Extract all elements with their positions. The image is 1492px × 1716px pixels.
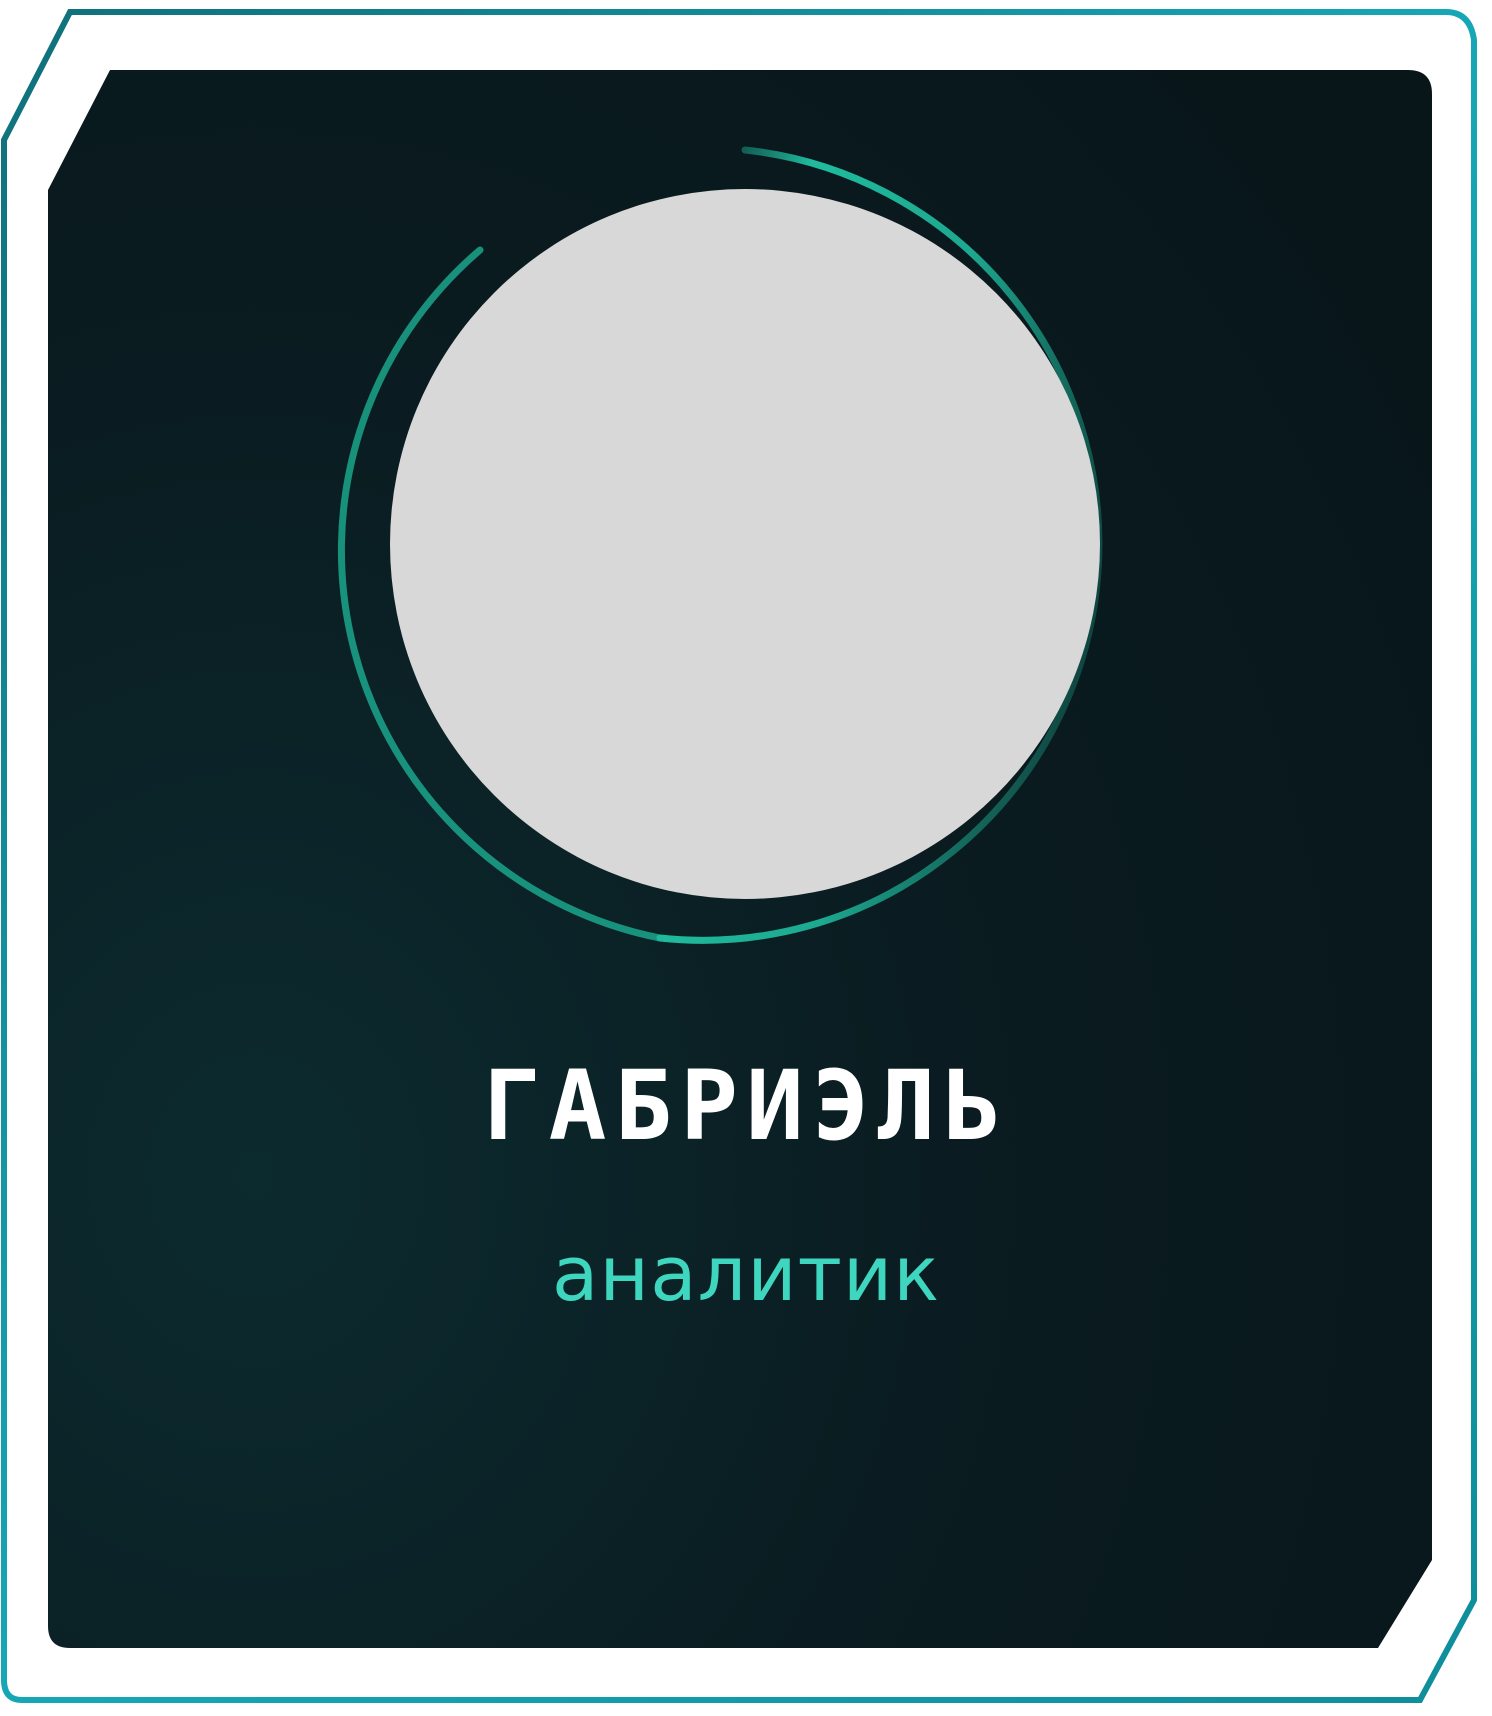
avatar[interactable] (390, 189, 1100, 899)
profile-role: аналитик (551, 1229, 941, 1318)
profile-card: ГАБРИЭЛЬ аналитик (0, 0, 1492, 1716)
profile-name: ГАБРИЭЛЬ (482, 1050, 1010, 1162)
avatar-container (330, 140, 1150, 960)
